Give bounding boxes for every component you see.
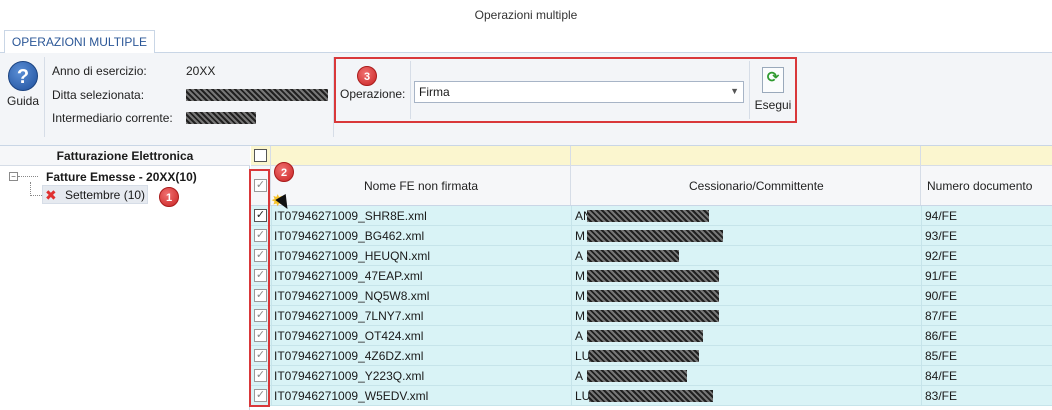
ribbon-tab-row: OPERAZIONI MULTIPLE <box>0 30 1052 54</box>
operazione-highlight-box: Operazione: Firma ▼ ⟳ Esegui <box>334 57 797 123</box>
cell-cliente-redacted <box>587 210 709 222</box>
cell-cliente-redacted <box>587 370 687 382</box>
column-header-cessionario[interactable]: Cessionario/Committente <box>689 179 824 193</box>
table-row[interactable]: ✓ IT07946271009_OT424.xml A 86/FE <box>251 326 1052 346</box>
tree-connector <box>30 182 31 196</box>
anno-value: 20XX <box>186 64 216 78</box>
step-badge-3: 3 <box>357 66 377 86</box>
ditta-value-redacted <box>186 89 328 101</box>
cell-cliente-redacted <box>587 310 719 322</box>
table-row[interactable]: ✓ IT07946271009_BG462.xml M 93/FE <box>251 226 1052 246</box>
cell-file: IT07946271009_NQ5W8.xml <box>274 289 430 303</box>
cell-file: IT07946271009_OT424.xml <box>274 329 424 343</box>
operazione-label: Operazione: <box>340 87 406 101</box>
operazione-dropdown[interactable]: Firma ▼ <box>414 81 744 103</box>
table-row[interactable]: ✓ IT07946271009_Y223Q.xml A 84/FE <box>251 366 1052 386</box>
tree-item-settembre[interactable]: ✖ Settembre (10) <box>42 185 148 204</box>
tree-item-fatture-emesse[interactable]: Fatture Emesse - 20XX(10) <box>46 170 197 184</box>
cell-cliente-prefix: A <box>575 249 584 263</box>
filter-checkbox[interactable] <box>254 149 267 162</box>
cell-cliente-prefix: A <box>575 329 584 343</box>
cell-file: IT07946271009_7LNY7.xml <box>274 309 424 323</box>
table-row[interactable]: ✓ IT07946271009_SHR8E.xml AN 94/FE <box>251 206 1052 226</box>
cell-numero: 86/FE <box>925 329 958 343</box>
help-icon: ? <box>8 61 38 91</box>
cell-cliente-redacted <box>587 250 679 262</box>
refresh-icon: ⟳ <box>762 67 784 93</box>
anno-label: Anno di esercizio: <box>52 64 147 78</box>
step-badge-2: 2 <box>274 162 294 182</box>
column-header-nome[interactable]: Nome FE non firmata <box>364 179 478 193</box>
chevron-down-icon[interactable]: ▼ <box>730 86 739 96</box>
cell-cliente-prefix: M <box>575 269 585 283</box>
cell-numero: 91/FE <box>925 269 958 283</box>
esegui-label: Esegui <box>754 98 792 112</box>
cell-numero: 90/FE <box>925 289 958 303</box>
cell-cliente-redacted <box>589 390 713 402</box>
cell-cliente-redacted <box>587 270 719 282</box>
table-row[interactable]: ✓ IT07946271009_W5EDV.xml LU 83/FE <box>251 386 1052 406</box>
cell-cliente-prefix: M <box>575 309 585 323</box>
cell-cliente-redacted <box>587 230 723 242</box>
tree-panel: Fatturazione Elettronica − Fatture Emess… <box>0 146 250 410</box>
window-title: Operazioni multiple <box>0 0 1052 30</box>
error-x-icon: ✖ <box>45 187 57 203</box>
cell-cliente-prefix: M <box>575 229 585 243</box>
table-row[interactable]: ✓ IT07946271009_7LNY7.xml M 87/FE <box>251 306 1052 326</box>
cell-file: IT07946271009_SHR8E.xml <box>274 209 427 223</box>
cell-cliente-redacted <box>589 350 699 362</box>
cell-numero: 83/FE <box>925 389 958 403</box>
ribbon-divider <box>749 61 750 119</box>
table-row[interactable]: ✓ IT07946271009_NQ5W8.xml M 90/FE <box>251 286 1052 306</box>
table-row[interactable]: ✓ IT07946271009_HEUQN.xml A 92/FE <box>251 246 1052 266</box>
cell-numero: 87/FE <box>925 309 958 323</box>
table-row[interactable]: ✓ IT07946271009_47EAP.xml M 91/FE <box>251 266 1052 286</box>
tree-header: Fatturazione Elettronica <box>0 146 250 166</box>
cell-file: IT07946271009_BG462.xml <box>274 229 425 243</box>
cell-cliente-prefix: M <box>575 289 585 303</box>
operazione-selected-value: Firma <box>419 85 450 99</box>
tree-connector <box>18 176 38 177</box>
cell-file: IT07946271009_Y223Q.xml <box>274 369 425 383</box>
intermediario-label: Intermediario corrente: <box>52 111 173 125</box>
tab-operazioni-multiple[interactable]: OPERAZIONI MULTIPLE <box>4 30 155 54</box>
cell-cliente-prefix: A <box>575 369 584 383</box>
ribbon-divider <box>410 61 411 119</box>
cell-file: IT07946271009_W5EDV.xml <box>274 389 429 403</box>
collapse-icon[interactable]: − <box>9 172 18 181</box>
column-header-numero[interactable]: Numero documento <box>927 179 1032 193</box>
cell-cliente-redacted <box>587 290 719 302</box>
checkbox-column-highlight-box <box>249 169 270 407</box>
cell-file: IT07946271009_HEUQN.xml <box>274 249 431 263</box>
cell-file: IT07946271009_47EAP.xml <box>274 269 423 283</box>
ribbon: ? Guida Anno di esercizio: 20XX Ditta se… <box>0 53 1052 146</box>
grid-header: ✓ Nome FE non firmata Cessionario/Commit… <box>251 166 1052 206</box>
esegui-button[interactable]: ⟳ Esegui <box>753 67 793 112</box>
cell-numero: 94/FE <box>925 209 958 223</box>
tree-item-settembre-label: Settembre (10) <box>65 188 146 202</box>
grid-filter-row <box>251 146 1052 166</box>
guida-label: Guida <box>6 94 40 108</box>
cell-numero: 84/FE <box>925 369 958 383</box>
ribbon-divider <box>44 57 45 137</box>
cell-numero: 92/FE <box>925 249 958 263</box>
cell-cliente-redacted <box>587 330 703 342</box>
cell-numero: 93/FE <box>925 229 958 243</box>
step-badge-1: 1 <box>159 187 179 207</box>
ditta-label: Ditta selezionata: <box>52 88 145 102</box>
guida-button[interactable]: ? Guida <box>6 61 40 108</box>
invoice-grid: ✓ Nome FE non firmata Cessionario/Commit… <box>251 146 1052 410</box>
cell-numero: 85/FE <box>925 349 958 363</box>
cell-file: IT07946271009_4Z6DZ.xml <box>274 349 424 363</box>
intermediario-value-redacted <box>186 112 256 124</box>
table-row[interactable]: ✓ IT07946271009_4Z6DZ.xml LU 85/FE <box>251 346 1052 366</box>
